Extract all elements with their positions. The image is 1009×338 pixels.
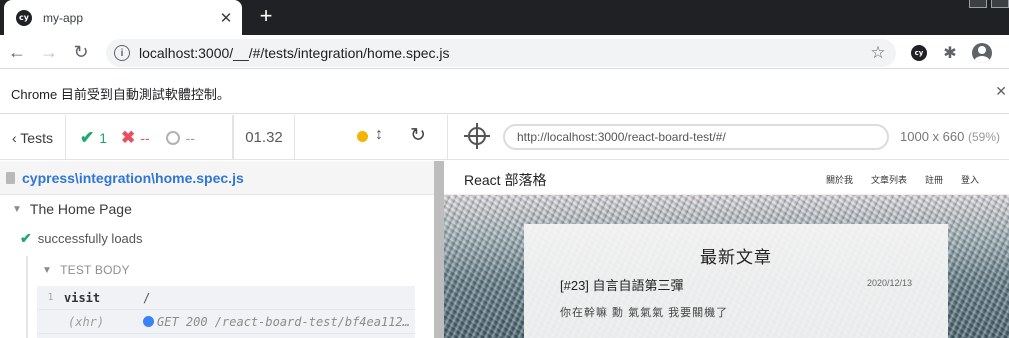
- suite-caret-icon[interactable]: ▼: [12, 204, 22, 215]
- new-tab-icon[interactable]: +: [254, 3, 278, 28]
- test-passed-icon: ✔: [20, 230, 32, 246]
- bookmark-star-icon[interactable]: ☆: [868, 43, 888, 63]
- nav-link-posts[interactable]: 文章列表: [871, 173, 907, 186]
- failed-x-icon: ✖: [121, 127, 136, 147]
- latest-posts-card: 最新文章 [#23] 自言自語第三彈 2020/12/13 你在幹嘛 勳 氣氣氣…: [524, 224, 948, 338]
- passed-check-icon: ✔: [80, 127, 95, 147]
- command-log-reporter: cypress\integration\home.spec.js ▼ The H…: [0, 161, 434, 338]
- command-row[interactable]: (xhr) GET 200 /react-board-test/bf4ea112…: [37, 310, 415, 334]
- address-bar[interactable]: i localhost:3000/__/#/tests/integration/…: [106, 39, 896, 67]
- browser-tab-strip: cy my-app ✕ +: [0, 0, 1009, 35]
- reload-icon[interactable]: ↻: [68, 39, 94, 65]
- viewport-scale: (59%): [967, 130, 1000, 144]
- command-row[interactable]: 1 visit /: [37, 286, 415, 310]
- nav-link-register[interactable]: 註冊: [925, 173, 943, 186]
- window-controls: [965, 0, 1009, 8]
- panel-resize-handle[interactable]: [434, 161, 444, 338]
- cypress-extension-icon[interactable]: cy: [908, 42, 930, 64]
- section-title: 最新文章: [700, 248, 772, 267]
- viewport-size: 1000 x 660 (59%): [900, 129, 1000, 144]
- infobar-message: Chrome 目前受到自動測試軟體控制。: [11, 87, 230, 102]
- infobar-close-icon[interactable]: ✕: [995, 83, 1007, 100]
- back-icon[interactable]: ←: [4, 39, 30, 65]
- post-date: 2020/12/13: [866, 278, 912, 288]
- test-row[interactable]: ✔ successfully loads: [20, 230, 143, 247]
- post-excerpt: 你在幹嘛 勳 氣氣氣 我要關機了: [560, 307, 729, 319]
- suite-row[interactable]: ▼ The Home Page: [12, 201, 132, 217]
- run-duration: 01.32: [233, 115, 295, 160]
- address-url[interactable]: localhost:3000/__/#/tests/integration/ho…: [139, 45, 868, 61]
- profile-avatar: [972, 43, 992, 63]
- command-message: /: [143, 290, 151, 305]
- xhr-status-dot-icon: [143, 316, 154, 327]
- hero-background: 最新文章 [#23] 自言自語第三彈 2020/12/13 你在幹嘛 勳 氣氣氣…: [444, 195, 1009, 338]
- automation-infobar: Chrome 目前受到自動測試軟體控制。 ✕: [0, 70, 1009, 114]
- pending-count: --: [185, 129, 195, 146]
- viewport-dimensions: 1000 x 660: [900, 129, 965, 144]
- profile-avatar-icon[interactable]: [971, 42, 993, 64]
- command-name: visit: [64, 290, 101, 305]
- tests-back-button[interactable]: ‹ Tests: [0, 115, 66, 160]
- test-body-label: TEST BODY: [60, 263, 130, 277]
- file-icon: [6, 171, 15, 184]
- selector-playground-icon[interactable]: [464, 123, 490, 149]
- pending-circle-icon: [165, 130, 180, 145]
- tab-title: my-app: [43, 10, 84, 25]
- running-status-dot-icon: [357, 131, 368, 142]
- command-name: (xhr): [68, 314, 105, 329]
- command-number: 1: [47, 292, 54, 303]
- cypress-favicon-icon: cy: [16, 9, 32, 26]
- aut-header: http://localhost:3000/react-board-test/#…: [447, 115, 1009, 160]
- maximize-icon[interactable]: [991, 0, 1009, 8]
- post-title-link[interactable]: [#23] 自言自語第三彈: [560, 275, 684, 294]
- test-body-caret-icon[interactable]: ▼: [42, 265, 52, 276]
- spec-file-header[interactable]: cypress\integration\home.spec.js: [0, 161, 434, 195]
- app-brand[interactable]: React 部落格: [464, 170, 546, 190]
- tab-close-icon[interactable]: ✕: [218, 10, 234, 27]
- command-message: GET 200 /react-board-test/bf4ea112f7...: [157, 314, 412, 329]
- rerun-tests-icon[interactable]: ↻: [410, 124, 426, 147]
- command-row[interactable]: [37, 334, 415, 338]
- forward-icon[interactable]: →: [36, 39, 62, 65]
- browser-toolbar: ← → ↻ i localhost:3000/__/#/tests/integr…: [0, 35, 1009, 69]
- browser-tab[interactable]: cy my-app ✕: [4, 0, 242, 35]
- nav-link-about[interactable]: 關於我: [826, 173, 853, 186]
- failed-count: --: [140, 129, 150, 146]
- nav-link-login[interactable]: 登入: [961, 173, 979, 186]
- test-title: successfully loads: [37, 231, 143, 246]
- cypress-logo-icon: cy: [911, 45, 927, 61]
- minimize-icon[interactable]: [969, 0, 987, 8]
- test-stats: ✔ 1 ✖ -- --: [66, 115, 233, 160]
- auto-scroll-toggle-icon[interactable]: ↕: [375, 126, 383, 144]
- test-body-rail: [26, 256, 28, 338]
- app-nav-links: 關於我 文章列表 註冊 登入: [826, 173, 997, 186]
- test-body-header[interactable]: ▼ TEST BODY: [42, 263, 130, 277]
- app-under-test: React 部落格 關於我 文章列表 註冊 登入 最新文章 [#23] 自言自語…: [444, 161, 1009, 338]
- passed-count: 1: [99, 129, 108, 146]
- extensions-puzzle-icon[interactable]: ✱: [939, 42, 961, 64]
- suite-title: The Home Page: [29, 201, 132, 217]
- site-info-icon[interactable]: i: [114, 45, 130, 61]
- aut-url-field[interactable]: http://localhost:3000/react-board-test/#…: [503, 124, 889, 150]
- app-navbar: React 部落格 關於我 文章列表 註冊 登入: [444, 161, 1009, 195]
- spec-file-link[interactable]: cypress\integration\home.spec.js: [22, 170, 244, 186]
